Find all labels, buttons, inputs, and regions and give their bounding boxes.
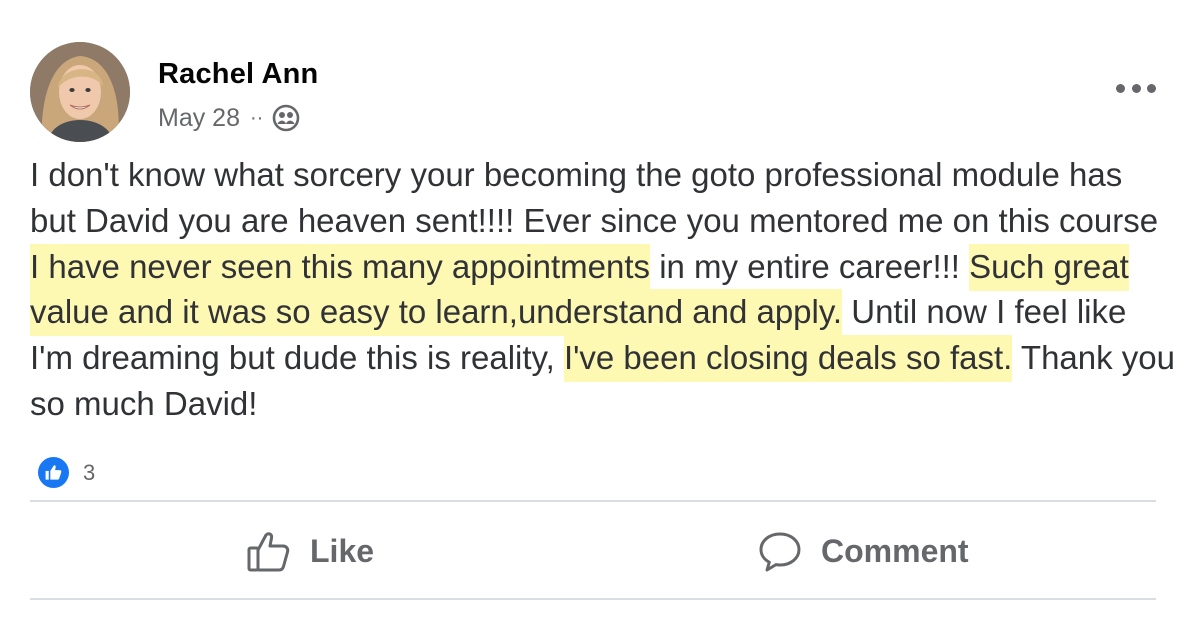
post-date[interactable]: May 28: [158, 104, 240, 133]
comment-label: Comment: [821, 532, 969, 569]
meta-separator: ··: [249, 106, 264, 129]
comment-button[interactable]: Comment: [757, 526, 969, 576]
thumbs-up-icon: [247, 532, 290, 572]
divider: [30, 500, 1156, 502]
avatar[interactable]: [30, 42, 130, 142]
like-button[interactable]: Like: [246, 526, 374, 576]
more-options-icon[interactable]: [1116, 76, 1156, 100]
like-label: Like: [310, 532, 375, 569]
avatar-image: [30, 42, 130, 142]
post-meta: May 28 ··: [158, 103, 301, 133]
post-text-segment: in my entire career!!!: [650, 247, 970, 285]
post-text-segment: I don't know what sorcery your becoming …: [30, 156, 1159, 239]
highlighted-text: I've been closing deals so fast.: [563, 335, 1013, 383]
reaction-count: 3: [83, 459, 96, 485]
friends-icon[interactable]: [271, 103, 301, 133]
divider: [30, 598, 1156, 600]
like-reaction-icon: [38, 457, 69, 488]
highlighted-text: I have never seen this many appointments: [30, 243, 651, 291]
author-name[interactable]: Rachel Ann: [158, 58, 318, 91]
post-text: I don't know what sorcery your becoming …: [30, 152, 1175, 427]
reactions-summary[interactable]: 3: [38, 457, 95, 488]
post-card: Rachel Ann May 28 ·· I don't know what s…: [0, 0, 1200, 633]
comment-icon: [759, 532, 801, 572]
